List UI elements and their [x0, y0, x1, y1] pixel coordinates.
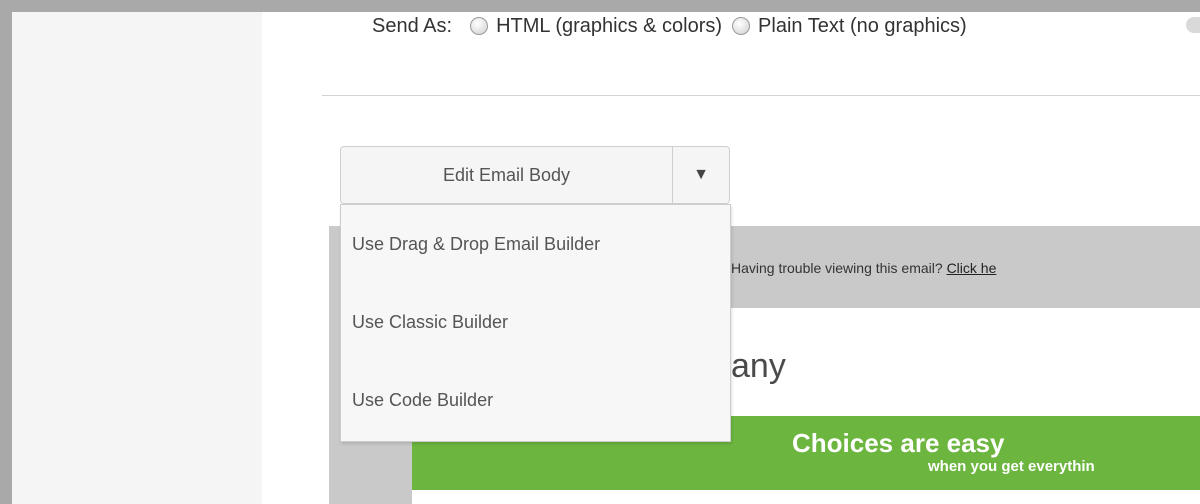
- trouble-viewing-text: Having trouble viewing this email? Click…: [731, 260, 996, 276]
- send-as-plain-text-option[interactable]: Plain Text (no graphics): [732, 15, 967, 38]
- left-sidebar-panel: [12, 12, 262, 504]
- section-divider: [322, 95, 1200, 96]
- radio-plain-text-label[interactable]: Plain Text (no graphics): [758, 15, 967, 38]
- banner-subtitle: when you get everythin: [928, 458, 1095, 475]
- send-as-label: Send As:: [372, 14, 453, 37]
- send-as-row: Send As: HTML (graphics & colors) Plain …: [372, 6, 977, 46]
- edit-email-body-split-button: Edit Email Body ▼: [340, 146, 730, 204]
- radio-html-label[interactable]: HTML (graphics & colors): [496, 15, 722, 38]
- trouble-viewing-label: Having trouble viewing this email?: [731, 260, 943, 276]
- banner-title: Choices are easy: [792, 428, 1005, 458]
- send-as-html-option[interactable]: HTML (graphics & colors): [470, 15, 722, 38]
- menu-item-code-builder[interactable]: Use Code Builder: [341, 361, 730, 439]
- window-left-border: [0, 0, 12, 504]
- radio-third-partial[interactable]: [1186, 17, 1200, 33]
- radio-plain-text[interactable]: [732, 17, 751, 35]
- menu-item-drag-drop-builder[interactable]: Use Drag & Drop Email Builder: [341, 205, 730, 283]
- edit-email-body-button[interactable]: Edit Email Body: [341, 147, 673, 203]
- radio-html[interactable]: [470, 17, 489, 35]
- menu-item-classic-builder[interactable]: Use Classic Builder: [341, 283, 730, 361]
- view-online-link[interactable]: Click he: [947, 260, 997, 276]
- dropdown-caret-icon[interactable]: ▼: [673, 147, 729, 203]
- company-name-fragment: any: [731, 347, 786, 385]
- builder-dropdown-menu: Use Drag & Drop Email Builder Use Classi…: [340, 204, 731, 442]
